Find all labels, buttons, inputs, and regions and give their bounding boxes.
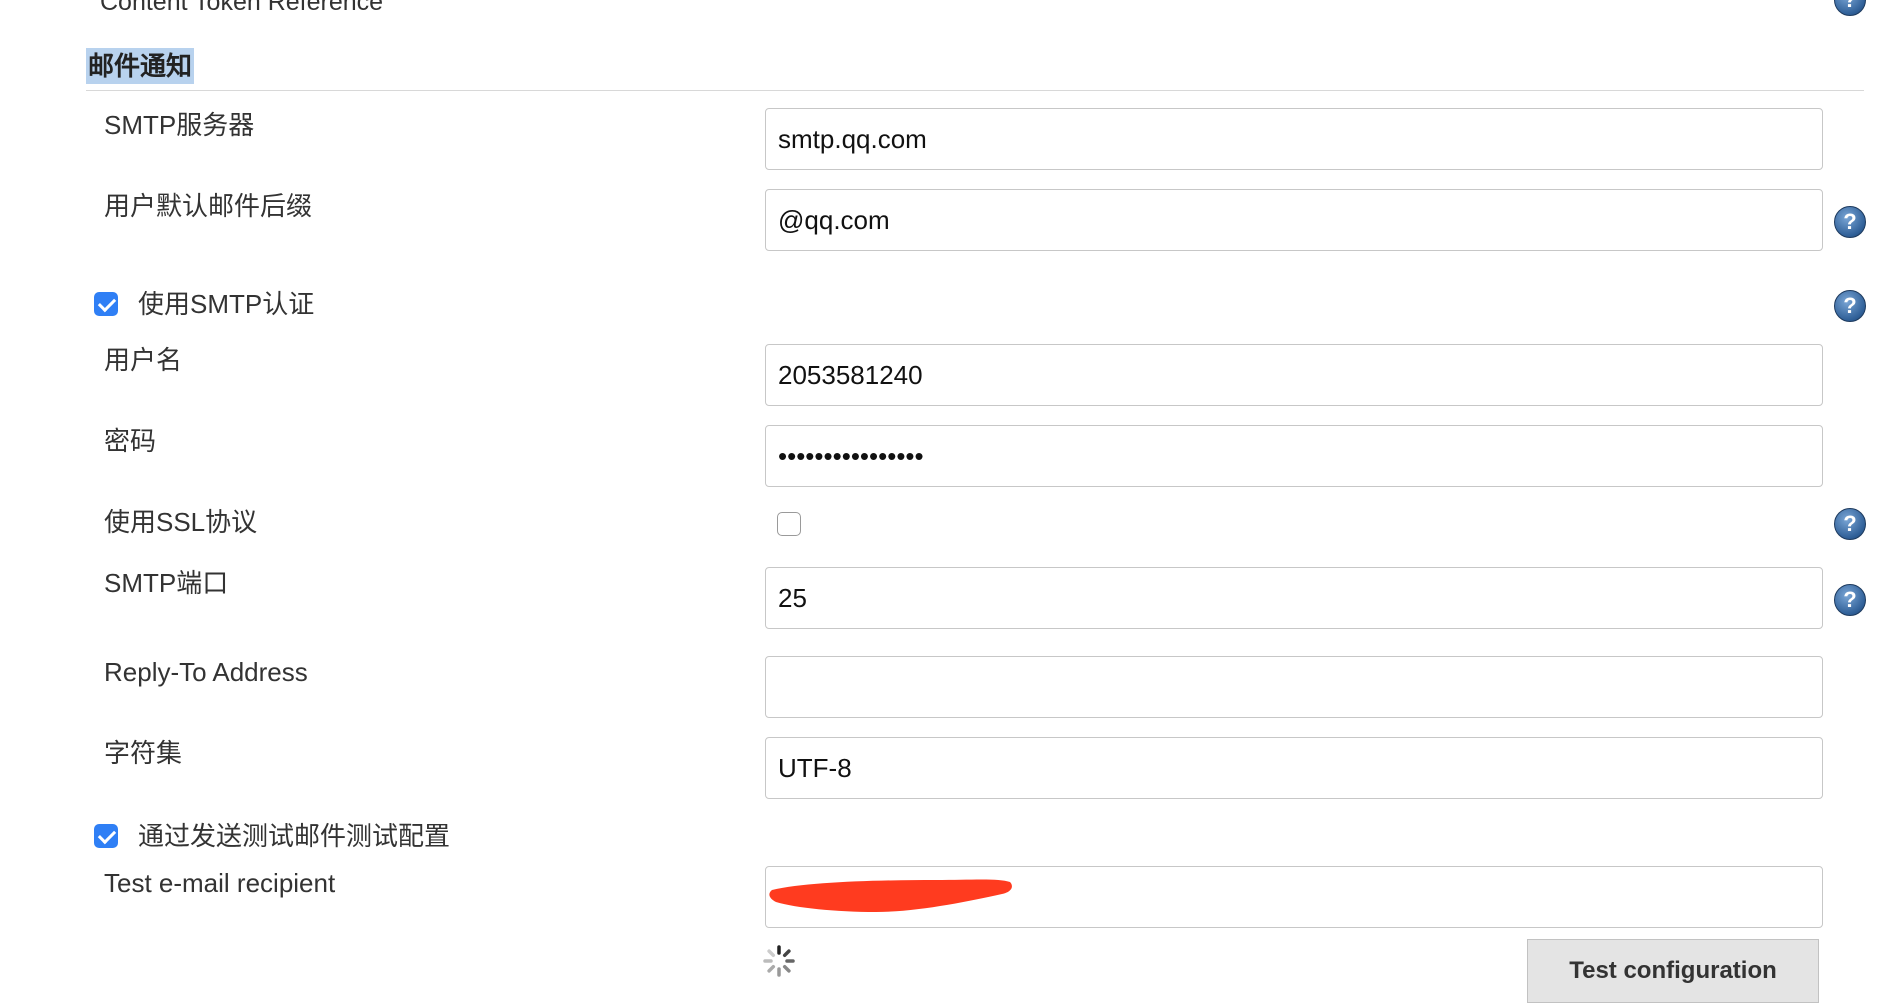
section-divider [86, 90, 1864, 91]
reply-to-input[interactable] [765, 656, 1823, 718]
test-email-label: 通过发送测试邮件测试配置 [138, 821, 451, 851]
default-suffix-label: 用户默认邮件后缀 [104, 191, 313, 221]
help-icon[interactable]: ? [1834, 206, 1866, 238]
password-input[interactable] [765, 425, 1823, 487]
username-label: 用户名 [104, 345, 183, 375]
smtp-auth-label: 使用SMTP认证 [138, 289, 315, 319]
smtp-server-input[interactable] [765, 108, 1823, 170]
test-configuration-button[interactable]: Test configuration [1527, 939, 1819, 1003]
username-input[interactable] [765, 344, 1823, 406]
test-email-checkbox[interactable] [94, 824, 118, 848]
redaction-mark [769, 879, 1012, 912]
help-icon[interactable]: ? [1834, 508, 1866, 540]
smtp-port-label: SMTP端口 [104, 568, 229, 598]
section-title: 邮件通知 [86, 48, 195, 84]
content-token-reference-link[interactable]: Content Token Reference [100, 0, 383, 17]
help-icon[interactable]: ? [1834, 584, 1866, 616]
smtp-auth-checkbox[interactable] [94, 292, 118, 316]
reply-to-label: Reply-To Address [104, 657, 308, 687]
default-suffix-input[interactable] [765, 189, 1823, 251]
use-ssl-checkbox[interactable] [777, 512, 801, 536]
charset-label: 字符集 [104, 738, 183, 768]
smtp-server-label: SMTP服务器 [104, 110, 255, 140]
use-ssl-label: 使用SSL协议 [104, 507, 258, 537]
test-recipient-label: Test e-mail recipient [104, 868, 336, 898]
smtp-port-input[interactable] [765, 567, 1823, 629]
help-icon[interactable]: ? [1834, 290, 1866, 322]
help-icon[interactable]: ? [1834, 0, 1866, 16]
loading-spinner-icon [763, 945, 795, 977]
password-label: 密码 [104, 426, 157, 456]
charset-input[interactable] [765, 737, 1823, 799]
